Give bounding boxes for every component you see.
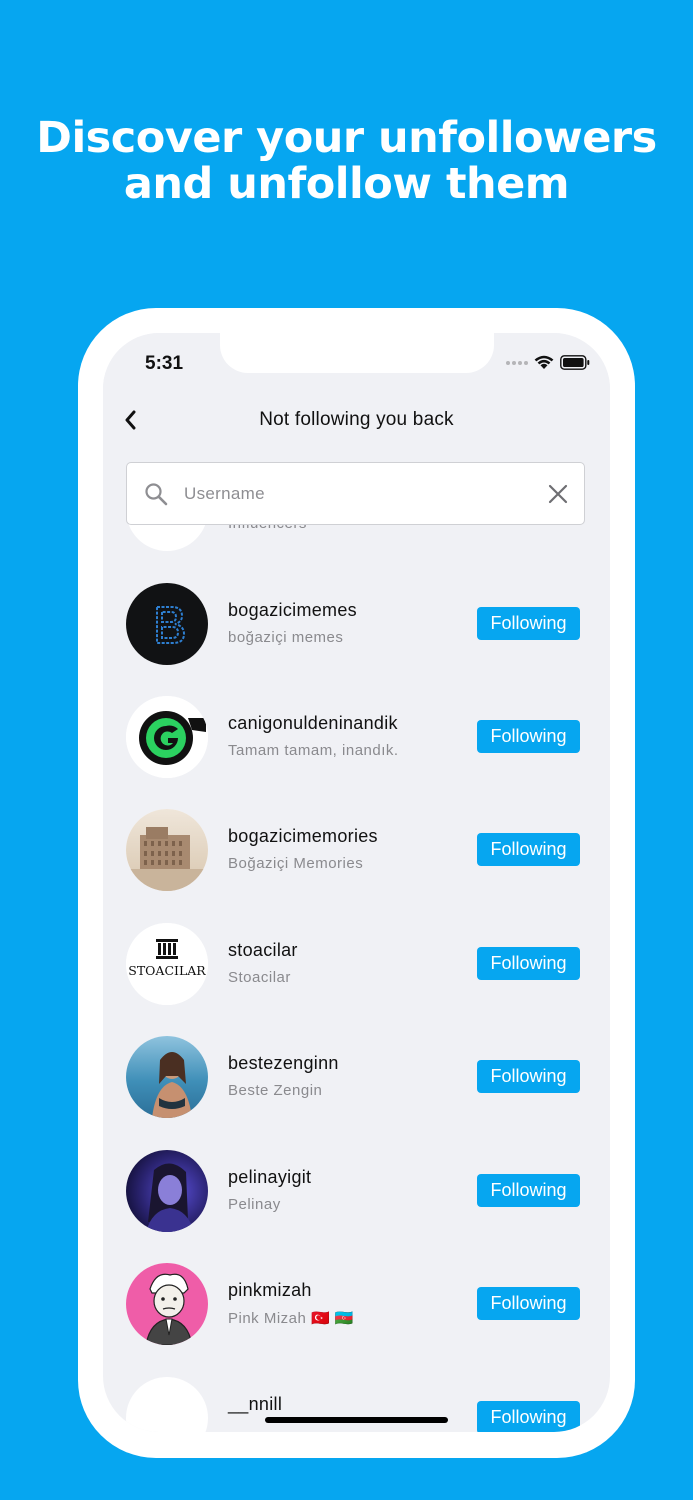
list-item-username: bestezenginn [228,1053,339,1073]
list-item[interactable]: bogazicimemes boğaziçi memes Following [103,583,610,665]
list-item[interactable]: pinkmizah Pink Mizah 🇹🇷 🇦🇿 Following [103,1263,610,1345]
list-item-username: canigonuldeninandik [228,713,398,733]
nav-bar: Not following you back [103,403,610,439]
phone-notch [220,333,494,373]
signal-icon [506,360,528,365]
following-button[interactable]: Following [477,833,580,866]
status-icons [506,355,590,370]
avatar [126,583,208,665]
list-item[interactable]: __nnill Following [103,1377,610,1432]
search-input[interactable] [184,479,524,509]
list-item-fullname: Stoacilar [228,969,291,986]
headline-line-2: and unfollow them [123,159,570,209]
list-item[interactable]: canigonuldeninandik Tamam tamam, inandık… [103,696,610,778]
list-item-fullname: Tamam tamam, inandık. [228,742,399,759]
avatar [126,809,208,891]
following-button[interactable]: Following [477,947,580,980]
close-icon[interactable] [548,484,568,509]
following-button[interactable]: Following [477,720,580,753]
list-item[interactable]: STOACILAR stoacilar Stoacilar Following [103,923,610,1005]
following-button[interactable]: Following [477,1174,580,1207]
stoacilar-logo-text: STOACILAR [128,963,206,978]
list-item-username: bogazicimemes [228,600,357,620]
list-item-fullname: Pelinay [228,1196,281,1213]
list-item-username: __nnill [228,1394,283,1414]
following-button[interactable]: Following [477,1060,580,1093]
avatar [126,1263,208,1345]
list-item[interactable]: bestezenginn Beste Zengin Following [103,1036,610,1118]
headline-line-1: Discover your unfollowers [36,113,657,163]
following-button[interactable]: Following [477,1401,580,1432]
avatar [126,1377,208,1432]
list-item-fullname: Beste Zengin [228,1082,323,1099]
list-item-username: pinkmizah [228,1280,312,1300]
list-item-fullname: Boğaziçi Memories [228,855,364,872]
avatar: STOACILAR [126,923,208,1005]
following-button[interactable]: Following [477,607,580,640]
wifi-icon [534,355,554,370]
status-time: 5:31 [145,353,184,374]
home-indicator [265,1417,448,1423]
phone-screen: Influencers bogazicimemes boğaziçi memes… [103,333,610,1432]
promo-headline: Discover your unfollowers and unfollow t… [0,115,693,207]
list-item[interactable]: pelinayigit Pelinay Following [103,1150,610,1232]
avatar [126,696,208,778]
list-item-username: pelinayigit [228,1167,312,1187]
list-item-fullname: Pink Mizah 🇹🇷 🇦🇿 [228,1310,355,1327]
search-bar [126,462,585,525]
avatar [126,1036,208,1118]
list-item-username: bogazicimemories [228,826,378,846]
following-button[interactable]: Following [477,1287,580,1320]
list-item-fullname: boğaziçi memes [228,629,344,646]
battery-icon [560,355,590,370]
list-item-username: stoacilar [228,940,298,960]
list-item[interactable]: bogazicimemories Boğaziçi Memories Follo… [103,809,610,891]
search-icon [144,482,168,511]
avatar [126,1150,208,1232]
page-title: Not following you back [259,409,454,430]
